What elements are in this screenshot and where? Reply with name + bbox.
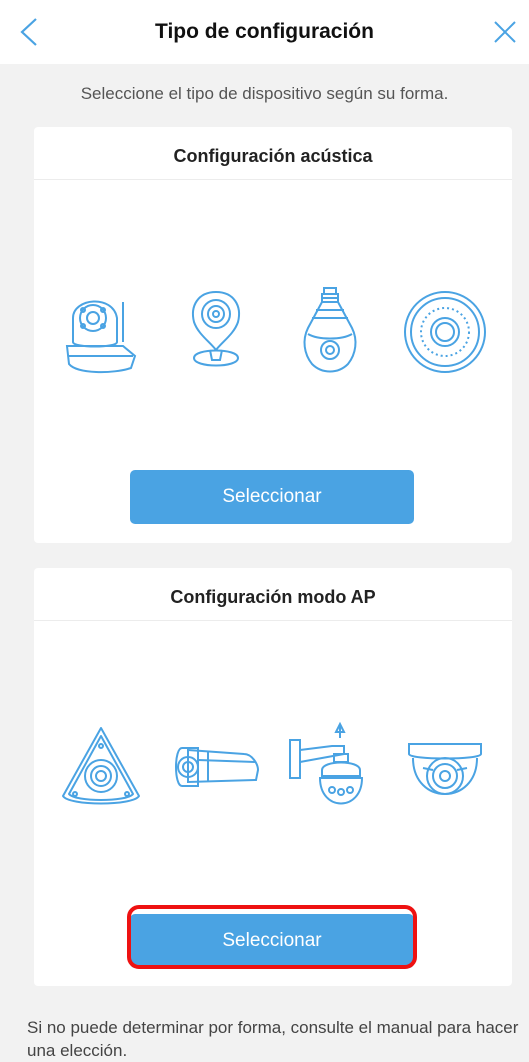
dome-camera-icon	[407, 743, 482, 795]
page-title: Tipo de configuración	[155, 20, 374, 43]
robot-camera-icon	[66, 300, 137, 374]
section-title: Configuración modo AP	[34, 568, 512, 621]
close-icon[interactable]	[489, 16, 521, 48]
top-bar: Tipo de configuración	[0, 0, 529, 64]
bulb-camera-icon	[303, 287, 357, 373]
desktop-camera-icon	[191, 290, 240, 367]
section-title: Configuración acústica	[34, 127, 512, 180]
ap-mode-config-card: Configuración modo AP Seleccionar	[34, 568, 512, 986]
device-icons	[44, 277, 502, 387]
select-ap-mode-button[interactable]: Seleccionar	[130, 914, 414, 968]
footer-note: Si no puede determinar por forma, consul…	[27, 1018, 519, 1060]
bullet-camera-icon	[174, 747, 259, 787]
round-camera-icon	[403, 291, 486, 373]
acoustic-config-card: Configuración acústica Seleccionar	[34, 127, 512, 543]
fisheye-camera-icon	[62, 727, 141, 805]
ptz-camera-icon	[289, 721, 364, 805]
select-acoustic-button[interactable]: Seleccionar	[130, 470, 414, 524]
instruction-text: Seleccione el tipo de dispositivo según …	[80, 84, 449, 103]
device-icons	[44, 713, 502, 823]
